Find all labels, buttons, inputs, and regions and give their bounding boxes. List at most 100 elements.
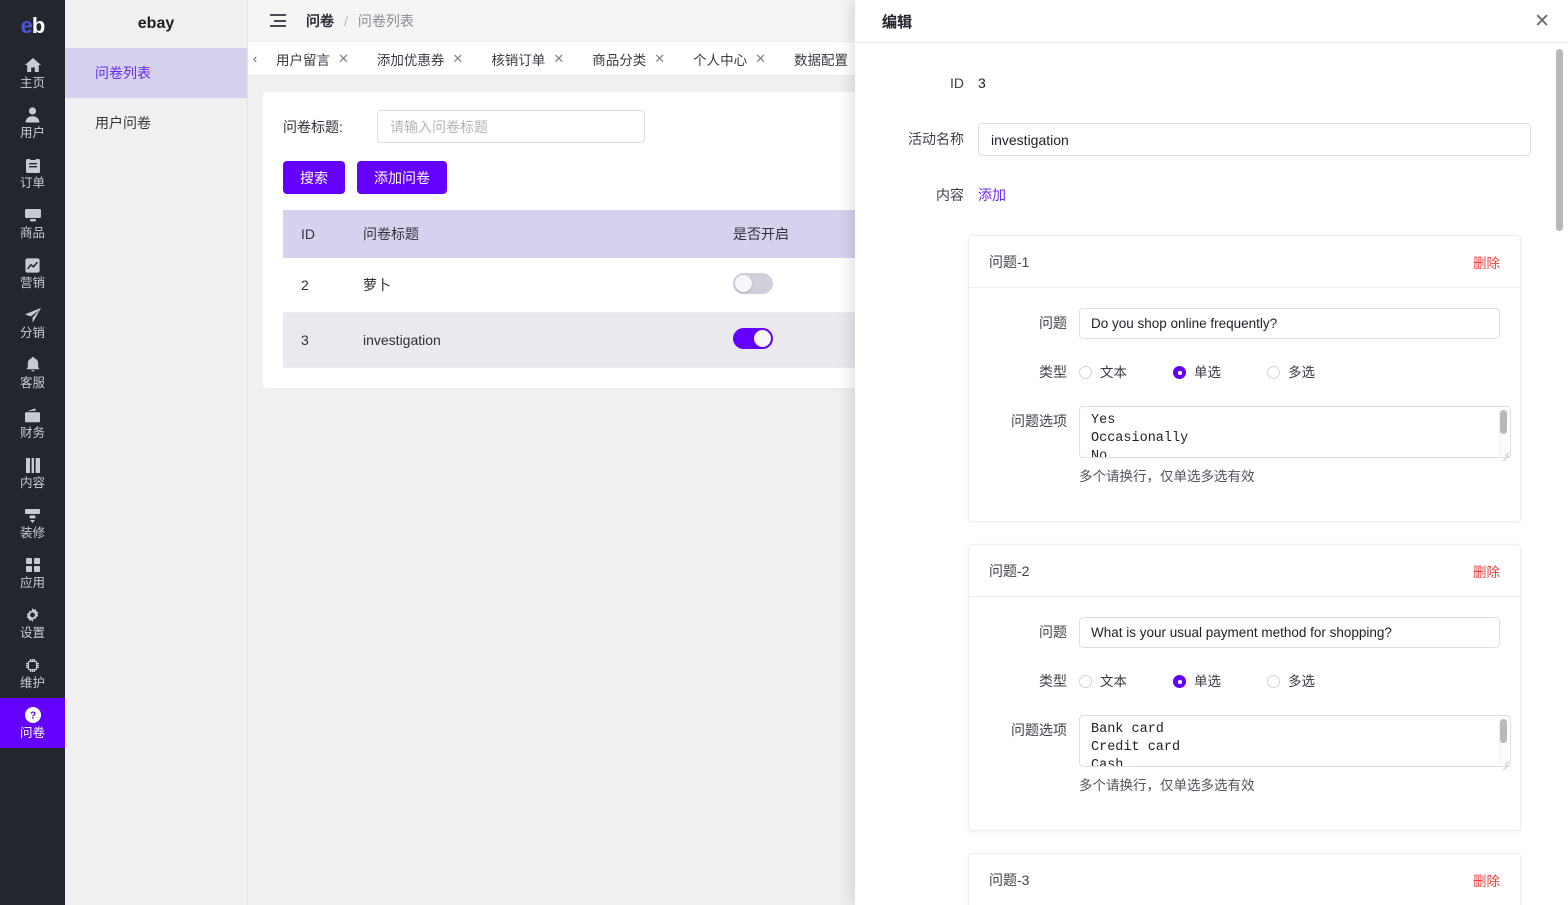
search-button[interactable]: 搜索 [283, 161, 345, 194]
sidebar-label: 订单 [20, 176, 45, 190]
tab-label: 用户留言 [276, 49, 330, 69]
tab-add-coupon[interactable]: 添加优惠券 ✕ [363, 42, 477, 75]
sidebar-item-apps[interactable]: 应用 [0, 548, 65, 598]
options-textarea[interactable]: Yes Occasionally No [1079, 406, 1511, 458]
sidebar-item-user[interactable]: 用户 [0, 98, 65, 148]
enable-toggle[interactable] [733, 328, 773, 349]
sidebar-item-order[interactable]: 订单 [0, 148, 65, 198]
tab-label: 核销订单 [491, 49, 545, 69]
question-options-row: 问题选项 Bank card Credit card Cash 多个请换行，仅单… [969, 715, 1500, 794]
toggle-knob [754, 330, 771, 347]
app-logo: eb [0, 0, 65, 48]
question-text-input[interactable] [1079, 617, 1500, 648]
tab-close-icon[interactable]: ✕ [553, 51, 564, 67]
breadcrumb-separator: / [344, 13, 348, 29]
user-icon [24, 107, 41, 124]
sidebar-item-home[interactable]: 主页 [0, 48, 65, 98]
book-icon [24, 457, 41, 474]
tab-user-messages[interactable]: 用户留言 ✕ [262, 42, 363, 75]
submenu-label: 问卷列表 [95, 63, 151, 83]
delete-question-button[interactable]: 删除 [1473, 870, 1500, 890]
textarea-resize-handle[interactable] [1500, 757, 1509, 766]
radio-option-multiple[interactable]: 多选 [1267, 666, 1315, 697]
radio-option-multiple[interactable]: 多选 [1267, 357, 1315, 388]
radio-dot-icon [1267, 675, 1280, 688]
type-label: 类型 [969, 666, 1079, 697]
sidebar-item-settings[interactable]: 设置 [0, 598, 65, 648]
drawer-scrollbar[interactable] [1556, 49, 1563, 231]
home-icon [24, 57, 41, 74]
tab-product-category[interactable]: 商品分类 ✕ [578, 42, 679, 75]
sidebar-label: 问卷 [20, 726, 45, 740]
sidebar-item-service[interactable]: 客服 [0, 348, 65, 398]
tab-close-icon[interactable]: ✕ [755, 51, 766, 67]
bell-icon [24, 357, 41, 374]
cell-id: 2 [283, 258, 363, 313]
submenu-item-user-questionnaire[interactable]: 用户问卷 [65, 98, 247, 148]
sidebar-item-marketing[interactable]: 营销 [0, 248, 65, 298]
field-activity-name: 活动名称 [855, 123, 1534, 156]
logo-letter-e: e [21, 13, 32, 39]
radio-option-single[interactable]: 单选 [1173, 666, 1221, 697]
add-questionnaire-button[interactable]: 添加问卷 [357, 161, 447, 194]
question-card-body: 问题 类型 文本 [969, 597, 1520, 830]
send-icon [24, 307, 41, 324]
question-circle-icon: ? [24, 707, 41, 724]
sidebar-label: 营销 [20, 276, 45, 290]
hamburger-icon[interactable] [270, 14, 286, 27]
question-list: 问题-1 删除 问题 类型 文 [855, 235, 1534, 905]
sidebar-item-finance[interactable]: 财务 [0, 398, 65, 448]
question-type-row: 类型 文本 单选 [969, 357, 1500, 388]
sidebar-item-maintenance[interactable]: 维护 [0, 648, 65, 698]
question-text-input[interactable] [1079, 308, 1500, 339]
sidebar-label: 设置 [20, 626, 45, 640]
radio-label: 文本 [1100, 357, 1127, 388]
sidebar-label: 应用 [20, 576, 45, 590]
activity-name-input[interactable] [978, 123, 1531, 156]
sidebar-item-questionnaire[interactable]: ? 问卷 [0, 698, 65, 748]
close-icon[interactable]: ✕ [1534, 12, 1550, 31]
sidebar-item-distribution[interactable]: 分销 [0, 298, 65, 348]
options-label: 问题选项 [969, 715, 1079, 746]
tab-close-icon[interactable]: ✕ [338, 51, 349, 67]
textarea-scrollbar-thumb[interactable] [1500, 410, 1507, 434]
tab-close-icon[interactable]: ✕ [654, 51, 665, 67]
textarea-resize-handle[interactable] [1500, 448, 1509, 457]
tab-personal-center[interactable]: 个人中心 ✕ [679, 42, 780, 75]
tab-close-icon[interactable]: ✕ [452, 51, 463, 67]
activity-name-label: 活动名称 [855, 123, 978, 156]
enable-toggle[interactable] [733, 273, 773, 294]
radio-dot-icon [1079, 675, 1092, 688]
clipboard-icon [24, 157, 41, 174]
add-question-link[interactable]: 添加 [978, 179, 1006, 212]
question-card-title: 问题-1 [989, 252, 1029, 272]
tab-verify-order[interactable]: 核销订单 ✕ [477, 42, 578, 75]
delete-question-button[interactable]: 删除 [1473, 561, 1500, 581]
delete-question-button[interactable]: 删除 [1473, 252, 1500, 272]
secondary-sidebar: ebay 问卷列表 用户问卷 [65, 0, 248, 905]
textarea-scrollbar-thumb[interactable] [1500, 719, 1507, 743]
search-input[interactable] [377, 110, 645, 143]
options-textarea[interactable]: Bank card Credit card Cash [1079, 715, 1511, 767]
options-hint: 多个请换行，仅单选多选有效 [1079, 774, 1511, 794]
layout-icon [24, 507, 41, 524]
tabs-prev-arrow-icon[interactable]: ‹ [248, 42, 262, 75]
toggle-knob [735, 275, 752, 292]
options-hint: 多个请换行，仅单选多选有效 [1079, 465, 1511, 485]
radio-option-single[interactable]: 单选 [1173, 357, 1221, 388]
tab-label: 添加优惠券 [377, 49, 445, 69]
radio-option-text[interactable]: 文本 [1079, 357, 1127, 388]
field-content: 内容 添加 [855, 179, 1534, 212]
question-card: 问题-1 删除 问题 类型 文 [968, 235, 1521, 522]
sidebar-item-content[interactable]: 内容 [0, 448, 65, 498]
sidebar-item-product[interactable]: 商品 [0, 198, 65, 248]
sidebar-label: 装修 [20, 526, 45, 540]
submenu-item-questionnaire-list[interactable]: 问卷列表 [65, 48, 247, 98]
app-root: eb 主页 用户 订单 商品 营销 分销 客服 [0, 0, 1568, 905]
id-label: ID [855, 67, 978, 100]
question-card-body: 问题 类型 文本 [969, 288, 1520, 521]
sidebar-item-decoration[interactable]: 装修 [0, 498, 65, 548]
box-icon [24, 207, 41, 224]
radio-option-text[interactable]: 文本 [1079, 666, 1127, 697]
radio-label: 多选 [1288, 666, 1315, 697]
